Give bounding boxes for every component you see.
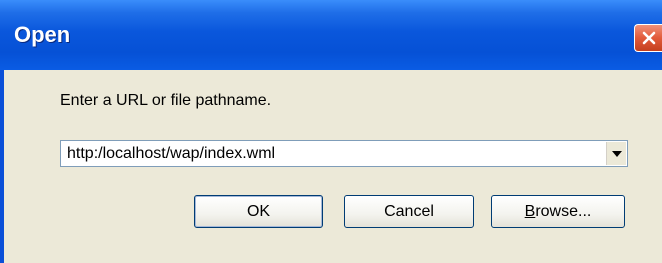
title-bar[interactable]: Open <box>0 0 662 70</box>
browse-button[interactable]: Browse... <box>491 195 625 228</box>
cancel-button[interactable]: Cancel <box>344 195 474 228</box>
dialog-body: Enter a URL or file pathname. http:/loca… <box>4 70 662 263</box>
ok-button[interactable]: OK <box>194 195 323 228</box>
browse-button-label: Browse... <box>525 203 592 221</box>
dropdown-button[interactable] <box>606 142 626 165</box>
open-dialog: Open Enter a URL or file pathname. http:… <box>0 0 662 263</box>
prompt-label: Enter a URL or file pathname. <box>60 92 272 109</box>
ok-button-label: OK <box>246 202 271 220</box>
close-icon <box>642 31 655 45</box>
browse-label-rest: rowse... <box>535 202 592 220</box>
cancel-button-label: Cancel <box>384 202 434 220</box>
url-input[interactable]: http:/localhost/wap/index.wml <box>67 145 275 163</box>
dialog-title: Open <box>14 22 71 47</box>
close-button[interactable] <box>634 24 662 52</box>
url-combobox[interactable]: http:/localhost/wap/index.wml <box>60 140 628 167</box>
browse-mnemonic: B <box>524 202 536 220</box>
chevron-down-icon <box>611 150 622 157</box>
